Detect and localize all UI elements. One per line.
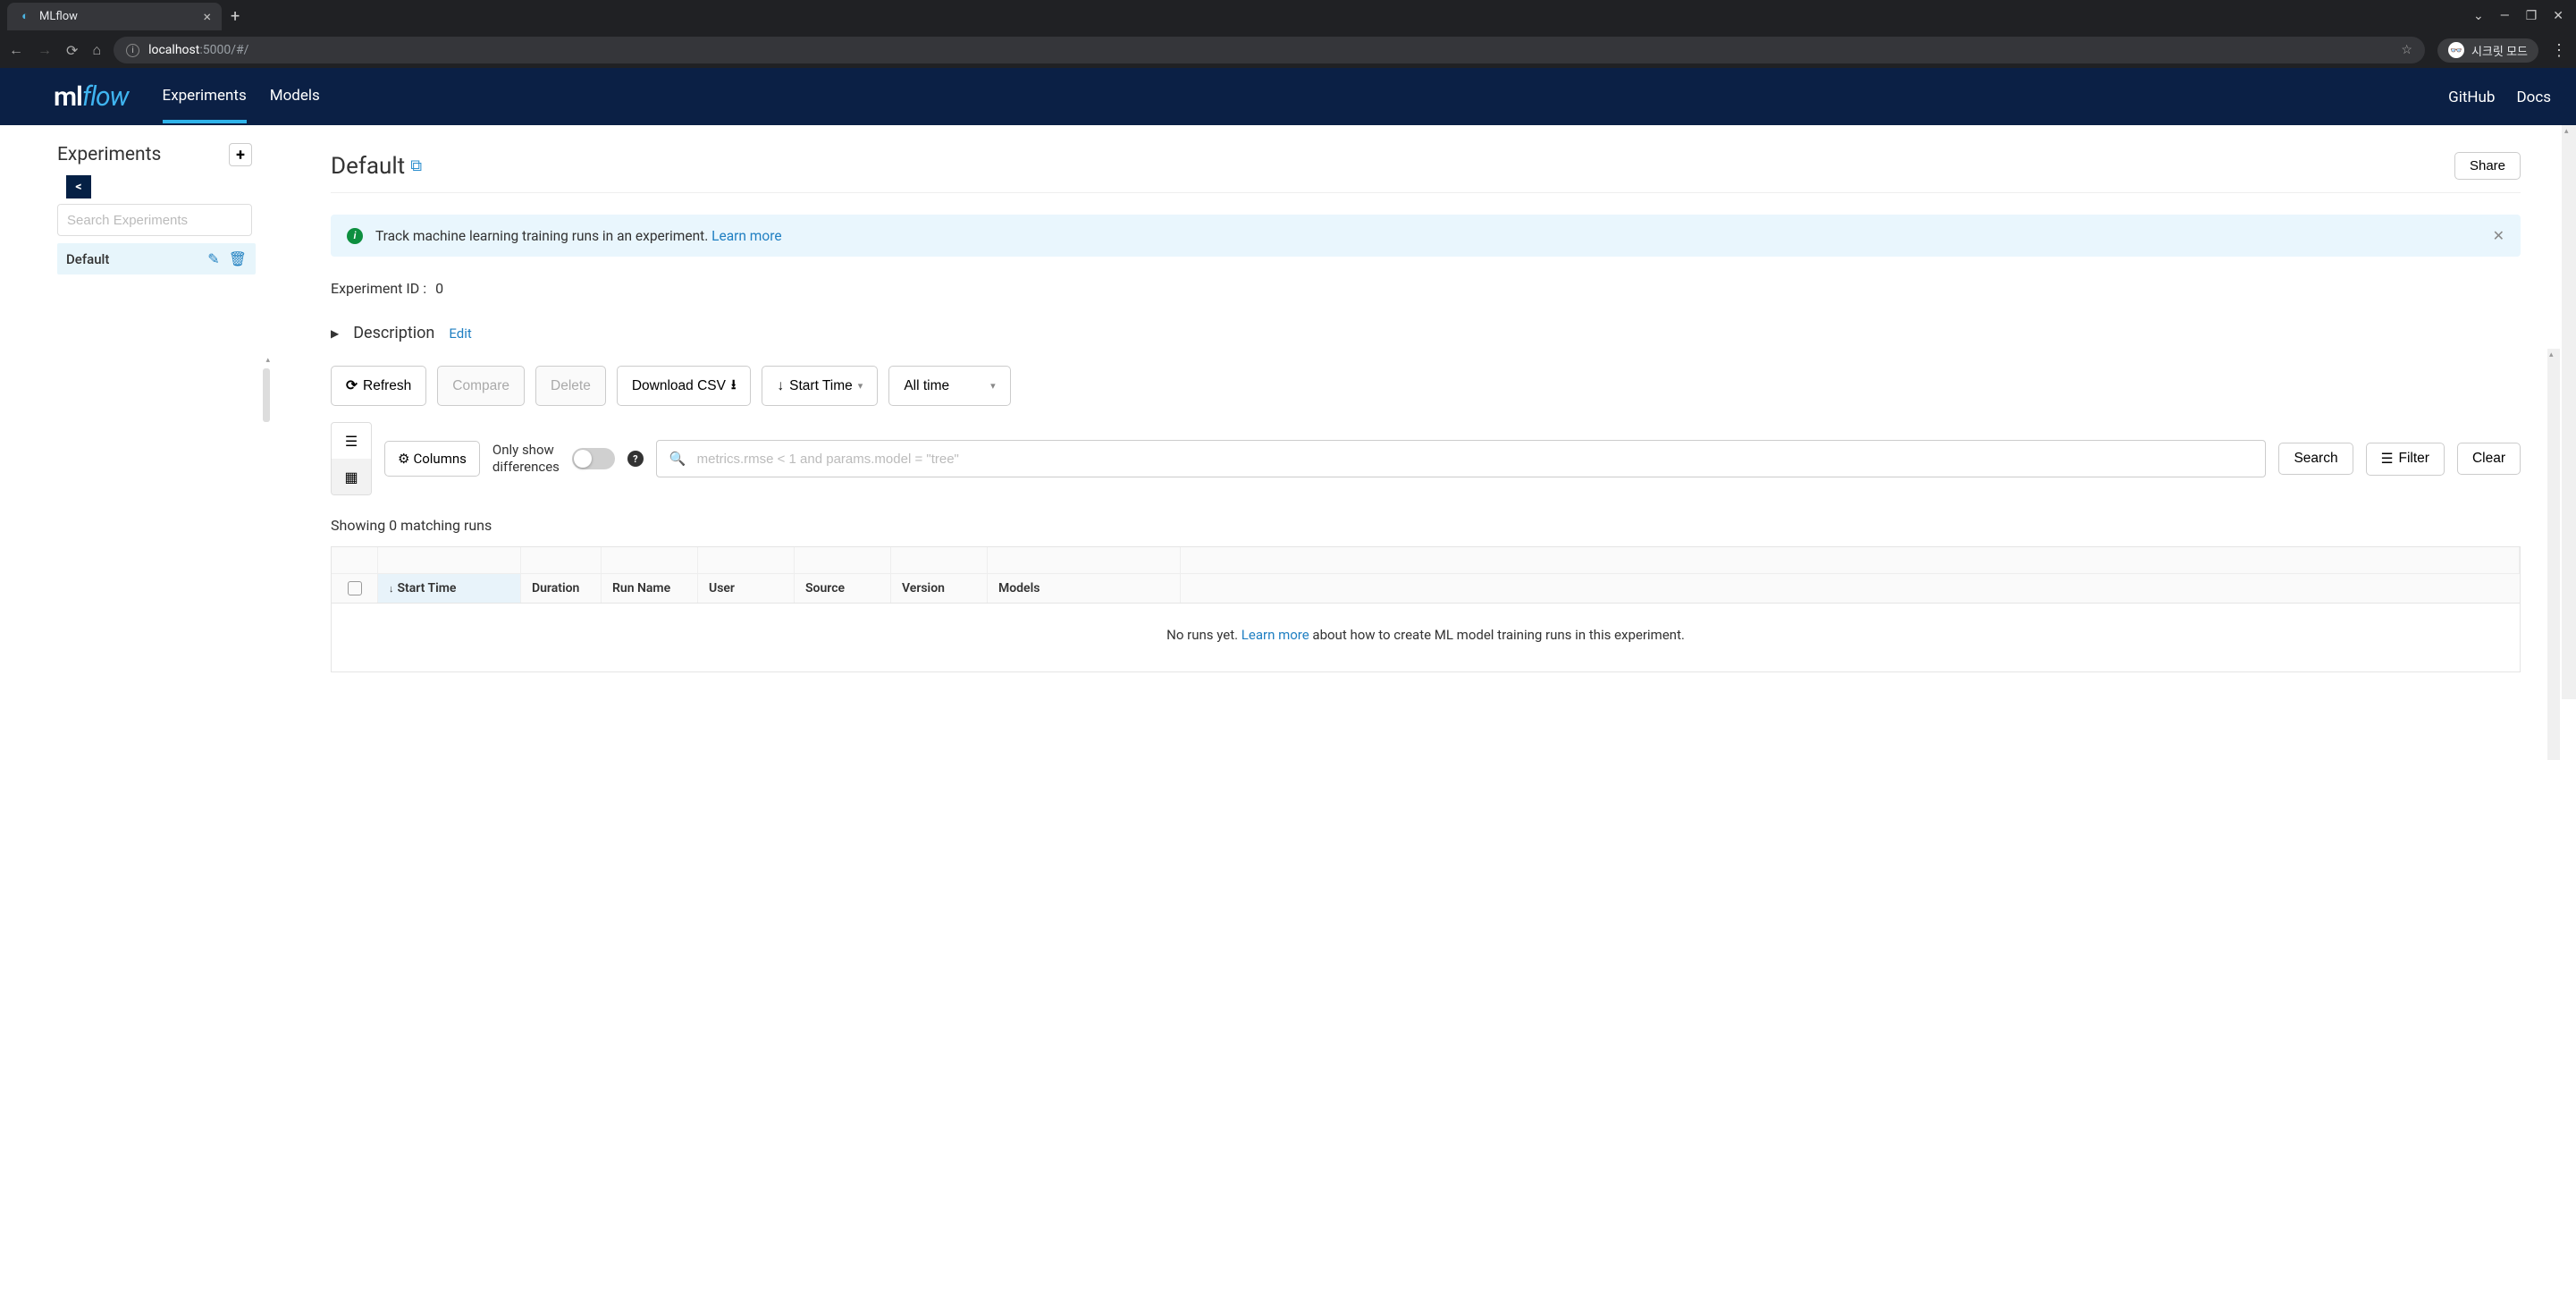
divider — [331, 192, 2521, 193]
filter-icon: ☰ — [2381, 451, 2394, 468]
app-header: mlflow Experiments Models GitHub Docs — [0, 68, 2576, 125]
description-row: ▶ Description Edit — [331, 324, 2551, 342]
nav-models[interactable]: Models — [270, 70, 320, 123]
mlflow-favicon-icon: ◐ — [18, 9, 32, 23]
status-text: Showing 0 matching runs — [331, 517, 2551, 534]
grid-view-button[interactable]: ▦ — [332, 459, 371, 494]
time-filter-select[interactable]: All time▾ — [888, 366, 1010, 406]
tab-bar: ◐ MLflow × + ⌄ — ❐ ✕ — [0, 0, 2576, 32]
main-scrollbar[interactable] — [2562, 125, 2576, 699]
site-info-icon[interactable]: i — [126, 44, 139, 57]
edit-description-link[interactable]: Edit — [449, 325, 471, 342]
url-bar[interactable]: i localhost:5000/#/ ☆ — [114, 37, 2425, 63]
browser-tab[interactable]: ◐ MLflow × — [7, 3, 222, 30]
search-experiments-input[interactable] — [57, 204, 252, 236]
sidebar: Experiments + < Default ✎ 🗑 ▴ — [0, 125, 268, 699]
search-button[interactable]: Search — [2278, 443, 2353, 475]
chevron-down-icon: ▾ — [990, 380, 996, 392]
chevron-down-icon[interactable]: ⌄ — [2473, 9, 2484, 23]
start-time-sort-button[interactable]: ↓Start Time▾ — [762, 366, 878, 406]
refresh-button[interactable]: Refresh — [331, 366, 426, 406]
add-experiment-button[interactable]: + — [229, 143, 252, 166]
browser-toolbar: ← → ⟳ ⌂ i localhost:5000/#/ ☆ 👓 시크릿 모드 ⋮ — [0, 32, 2576, 68]
close-tab-icon[interactable]: × — [203, 8, 211, 25]
mlflow-logo[interactable]: mlflow — [54, 81, 129, 113]
app-body: Experiments + < Default ✎ 🗑 ▴ Default ⧉ … — [0, 125, 2576, 699]
gear-icon: ⚙ — [398, 451, 409, 467]
col-user[interactable]: User — [698, 574, 795, 603]
compare-button: Compare — [437, 366, 525, 406]
edit-experiment-icon[interactable]: ✎ — [207, 250, 219, 267]
arrow-down-icon: ↓ — [777, 378, 784, 394]
filter-button[interactable]: ☰Filter — [2366, 443, 2445, 476]
browser-menu-icon[interactable]: ⋮ — [2551, 41, 2567, 60]
sort-desc-icon: ↓ — [389, 583, 394, 595]
col-version[interactable]: Version — [891, 574, 988, 603]
url-text: localhost:5000/#/ — [148, 43, 248, 57]
filter-bar: ☰ ▦ ⚙Columns Only showdifferences ? 🔍 Se… — [331, 422, 2521, 495]
collapse-sidebar-button[interactable]: < — [66, 175, 91, 198]
only-diff-toggle[interactable] — [572, 448, 615, 469]
nav-docs[interactable]: Docs — [2516, 72, 2551, 122]
col-spacer — [1181, 574, 2520, 603]
banner-text: Track machine learning training runs in … — [375, 228, 782, 244]
main-content: Default ⧉ Share i Track machine learning… — [268, 125, 2576, 699]
col-models[interactable]: Models — [988, 574, 1181, 603]
incognito-badge[interactable]: 👓 시크릿 모드 — [2437, 38, 2538, 63]
chevron-down-icon: ▾ — [858, 380, 863, 392]
col-start-time[interactable]: ↓Start Time — [378, 574, 521, 603]
col-duration[interactable]: Duration — [521, 574, 602, 603]
forward-icon: → — [38, 41, 52, 59]
inner-scrollbar[interactable] — [2547, 349, 2560, 760]
delete-experiment-icon[interactable]: 🗑 — [229, 250, 247, 267]
banner-learn-more-link[interactable]: Learn more — [711, 228, 781, 244]
table-spacer-row — [332, 547, 2520, 574]
select-all-checkbox[interactable] — [332, 574, 378, 603]
delete-button: Delete — [535, 366, 606, 406]
incognito-icon: 👓 — [2448, 42, 2464, 58]
empty-learn-more-link[interactable]: Learn more — [1242, 627, 1309, 643]
window-controls: ⌄ — ❐ ✕ — [2473, 9, 2576, 23]
share-button[interactable]: Share — [2454, 152, 2521, 180]
table-header-row: ↓Start Time Duration Run Name User Sourc… — [332, 574, 2520, 604]
back-icon[interactable]: ← — [9, 41, 23, 59]
info-banner: i Track machine learning training runs i… — [331, 215, 2521, 257]
empty-state: No runs yet. Learn more about how to cre… — [332, 604, 2520, 671]
restore-icon[interactable]: ❐ — [2526, 9, 2538, 23]
sidebar-title: Experiments — [57, 144, 161, 165]
home-icon[interactable]: ⌂ — [92, 41, 101, 59]
new-tab-button[interactable]: + — [231, 7, 240, 26]
runs-table: ↓Start Time Duration Run Name User Sourc… — [331, 546, 2521, 672]
sidebar-item-default[interactable]: Default ✎ 🗑 — [57, 243, 256, 274]
close-window-icon[interactable]: ✕ — [2553, 9, 2563, 23]
expand-description-icon[interactable]: ▶ — [331, 327, 339, 340]
copy-icon[interactable]: ⧉ — [410, 156, 422, 175]
experiment-id-row: Experiment ID :0 — [331, 280, 2551, 297]
view-toggle: ☰ ▦ — [331, 422, 372, 495]
download-icon: ⭳ — [731, 374, 736, 398]
nav-experiments[interactable]: Experiments — [163, 70, 247, 123]
col-run-name[interactable]: Run Name — [602, 574, 698, 603]
only-diff-label: Only showdifferences — [492, 442, 560, 477]
help-icon[interactable]: ? — [627, 451, 644, 467]
tab-title: MLflow — [39, 10, 78, 23]
refresh-icon — [346, 377, 358, 394]
minimize-icon[interactable]: — — [2500, 9, 2510, 23]
reload-icon[interactable]: ⟳ — [66, 42, 78, 59]
list-view-button[interactable]: ☰ — [332, 423, 371, 459]
search-runs-input[interactable]: 🔍 — [656, 440, 2267, 477]
banner-close-icon[interactable]: ✕ — [2493, 227, 2504, 244]
columns-button[interactable]: ⚙Columns — [384, 441, 480, 477]
nav-github[interactable]: GitHub — [2448, 72, 2495, 122]
bookmark-star-icon[interactable]: ☆ — [2401, 43, 2412, 57]
search-icon: 🔍 — [669, 451, 686, 467]
clear-button[interactable]: Clear — [2457, 443, 2521, 475]
page-title: Default — [331, 153, 405, 180]
col-source[interactable]: Source — [795, 574, 891, 603]
info-icon: i — [347, 228, 363, 244]
browser-chrome: ◐ MLflow × + ⌄ — ❐ ✕ ← → ⟳ ⌂ i localhost… — [0, 0, 2576, 68]
action-bar: Refresh Compare Delete Download CSV⭳ ↓St… — [331, 366, 2521, 406]
download-csv-button[interactable]: Download CSV⭳ — [617, 366, 752, 406]
